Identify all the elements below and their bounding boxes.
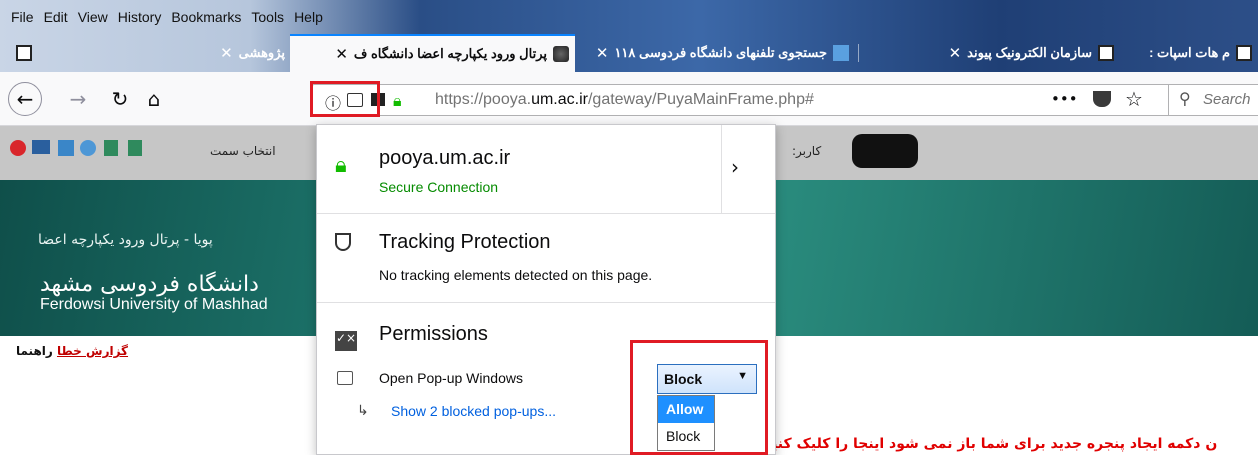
help-link[interactable]: راهنما <box>16 344 53 358</box>
tab-close-icon[interactable]: ✕ <box>596 44 609 62</box>
more-info-chevron-icon[interactable]: › <box>731 155 739 179</box>
tab-label: پرتال ورود یکپارچه اعضا دانشگاه ف <box>353 46 547 61</box>
menu-bookmarks[interactable]: Bookmarks <box>166 9 246 25</box>
tab-strip: پژوهشی ✕ پرتال ورود یکپارچه اعضا دانشگاه… <box>0 34 1258 72</box>
tab-separator <box>858 44 859 62</box>
menu-view[interactable]: View <box>73 9 113 25</box>
bookmark-star-icon[interactable]: ☆ <box>1125 87 1143 111</box>
search-icon: ⚲ <box>1179 89 1191 108</box>
role-select-link[interactable]: انتخاب سمت <box>210 144 276 158</box>
tab-research[interactable]: پژوهشی ✕ <box>180 34 285 72</box>
pocket-icon[interactable] <box>1093 91 1111 107</box>
popup-permission-label: Open Pop-up Windows <box>379 370 523 386</box>
tab-hotspot[interactable]: م هات اسپات : <box>1130 34 1258 72</box>
secure-lock-icon: 🔒︎ <box>335 153 347 178</box>
inbox-icon[interactable] <box>32 140 50 154</box>
user-label: کاربر: <box>792 144 822 158</box>
tab-close-icon[interactable]: ✕ <box>220 44 233 62</box>
user-icon[interactable] <box>104 140 118 156</box>
report-error-link[interactable]: گزارش خطا <box>57 344 128 358</box>
search-placeholder: Search <box>1203 91 1251 108</box>
panel-divider <box>317 213 775 214</box>
url-text[interactable]: https://pooya.um.ac.ir/gateway/PuyaMainF… <box>435 91 814 109</box>
reload-button[interactable]: ↻ <box>104 83 136 115</box>
site-favicon-icon <box>833 45 849 61</box>
notification-icon[interactable] <box>128 140 142 156</box>
site-host: pooya.um.ac.ir <box>379 147 511 169</box>
page-links: گزارش خطا راهنما <box>10 344 128 358</box>
tab-label: سازمان الکترونیک پیوند <box>967 45 1092 60</box>
expander-divider <box>721 125 722 213</box>
browser-chrome: File Edit View History Bookmarks Tools H… <box>0 0 1258 72</box>
settings-icon[interactable] <box>80 140 96 156</box>
home-icon: ⌂ <box>147 87 161 111</box>
avatar <box>852 134 918 168</box>
panel-divider <box>317 302 775 303</box>
university-name-fa: دانشگاه فردوسی مشهد <box>40 272 259 297</box>
tracking-protection-title: Tracking Protection <box>379 231 551 253</box>
home-button[interactable]: ⌂ <box>138 83 170 115</box>
nav-bar: ← → ↻ ⌂ ⓘ 🔒︎ https://pooya.um.ac.ir/gate… <box>0 72 1258 126</box>
site-favicon-icon <box>1236 45 1252 61</box>
url-bar[interactable]: ⓘ 🔒︎ https://pooya.um.ac.ir/gateway/Puya… <box>312 84 1172 116</box>
search-bar[interactable]: ⚲ Search <box>1168 84 1258 116</box>
show-blocked-popups-link[interactable]: Show 2 blocked pop-ups... <box>391 403 556 419</box>
identity-highlight <box>310 81 380 117</box>
popup-instruction-message[interactable]: ن دکمه ایجاد پنجره جدید برای شما باز نمی… <box>764 436 1217 452</box>
site-favicon-icon <box>16 45 32 61</box>
permissions-icon: ✓× <box>335 331 357 351</box>
return-arrow-icon: ↳ <box>357 403 369 419</box>
dropdown-highlight <box>630 340 768 455</box>
forward-button[interactable]: → <box>62 83 94 115</box>
portal-title: پویا - پرتال ورود یکپارچه اعضا <box>38 232 213 248</box>
tab-label: م هات اسپات : <box>1149 45 1230 60</box>
tab-close-icon[interactable]: ✕ <box>949 44 962 62</box>
back-button[interactable]: ← <box>8 82 42 116</box>
tracking-protection-desc: No tracking elements detected on this pa… <box>379 267 653 283</box>
permissions-title: Permissions <box>379 323 488 345</box>
menu-bar: File Edit View History Bookmarks Tools H… <box>0 0 328 34</box>
exit-icon[interactable] <box>10 140 26 156</box>
shield-icon <box>335 233 351 251</box>
tab-peyvand[interactable]: سازمان الکترونیک پیوند ✕ <box>890 34 1120 72</box>
lock-icon: 🔒︎ <box>393 91 402 110</box>
tab-pooya-portal[interactable]: پرتال ورود یکپارچه اعضا دانشگاه ف ✕ <box>290 34 575 72</box>
menu-edit[interactable]: Edit <box>39 9 73 25</box>
popup-window-icon <box>337 371 353 385</box>
menu-history[interactable]: History <box>113 9 167 25</box>
back-arrow-icon: ← <box>16 87 34 111</box>
menu-file[interactable]: File <box>6 9 39 25</box>
site-favicon-icon <box>1098 45 1114 61</box>
forward-arrow-icon: → <box>69 87 87 111</box>
tab-label: پژوهشی <box>238 45 285 60</box>
connection-status: Secure Connection <box>379 179 499 195</box>
menu-tools[interactable]: Tools <box>246 9 289 25</box>
tab-close-icon[interactable]: ✕ <box>335 45 348 63</box>
university-name-en: Ferdowsi University of Mashhad <box>40 296 268 313</box>
home-site-icon[interactable] <box>58 140 74 156</box>
site-favicon-icon <box>553 46 569 62</box>
page-actions-button[interactable]: ••• <box>1051 90 1078 108</box>
tab-phone-search[interactable]: جستجوی تلفنهای دانشگاه فردوسی ۱۱۸ ✕ <box>580 34 855 72</box>
tab-label: جستجوی تلفنهای دانشگاه فردوسی ۱۱۸ <box>614 45 827 60</box>
menu-help[interactable]: Help <box>289 9 328 25</box>
tab-pinned[interactable] <box>8 34 38 72</box>
reload-icon: ↻ <box>111 87 129 111</box>
